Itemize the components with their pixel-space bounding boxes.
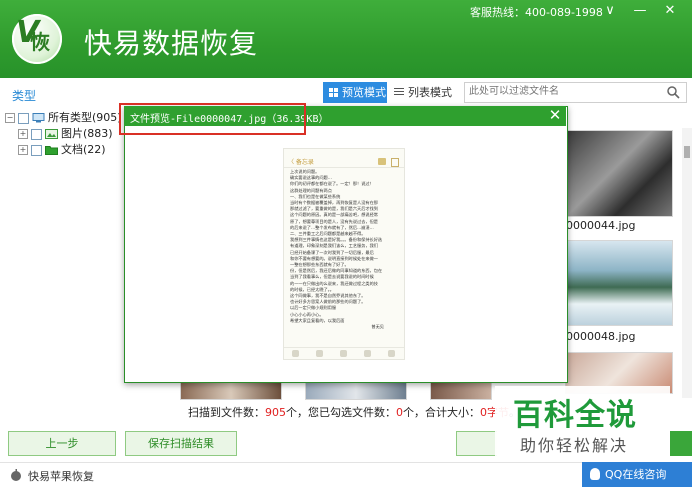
preview-mode-button[interactable]: 预览模式 [323, 82, 387, 103]
tree-item-documents[interactable]: + 文档(22) [0, 142, 120, 158]
thumbnail-image[interactable] [180, 380, 282, 400]
grid-icon [329, 88, 338, 97]
previous-step-button[interactable]: 上一步 [8, 431, 116, 456]
list-mode-label: 列表模式 [408, 86, 452, 99]
note-signature: 曾无见 [371, 324, 384, 330]
tree-item-label: 图片(883) [61, 127, 113, 140]
preview-mode-label: 预览模式 [342, 86, 386, 99]
vertical-scrollbar[interactable] [682, 128, 692, 398]
share-icon [378, 158, 386, 165]
close-icon[interactable]: ✕ [546, 106, 564, 124]
expand-icon[interactable]: + [18, 145, 28, 155]
phone-status-bar [284, 149, 404, 156]
thumbnail-image[interactable] [305, 380, 407, 400]
tree-item-all[interactable]: − 所有类型(905) [0, 108, 122, 126]
export-icon [391, 158, 399, 167]
checkbox[interactable] [31, 128, 42, 140]
phone-tab-bar [284, 347, 404, 359]
type-tree: − 所有类型(905) + 图片(883) + 文档(22) [0, 108, 122, 398]
status-text: 扫描到文件数： [188, 406, 265, 419]
thumbnail-label: 0000044.jpg [566, 219, 636, 232]
image-icon [45, 129, 58, 139]
tree-item-label: 所有类型(905) [48, 111, 122, 124]
dropdown-menu-button[interactable]: ∨ [596, 0, 624, 22]
search-input[interactable] [465, 83, 663, 100]
apple-recovery-link[interactable]: 快易苹果恢复 [28, 468, 94, 484]
qq-icon [590, 468, 600, 480]
compose-icon [388, 350, 395, 357]
qq-consult-label: QQ在线咨询 [605, 468, 667, 481]
phone-back-link: 〈 备忘录 [288, 159, 314, 166]
checklist-icon [316, 350, 323, 357]
minimize-button[interactable]: — [626, 0, 654, 22]
expand-icon[interactable]: + [18, 129, 28, 139]
tree-item-label: 文档(22) [61, 143, 106, 156]
collapse-icon[interactable]: − [5, 113, 15, 123]
delete-icon [292, 350, 299, 357]
status-text: 个，您已勾选文件数： [286, 406, 396, 419]
hotline-text: 客服热线：400-089-1998 [470, 6, 603, 19]
tree-item-images[interactable]: + 图片(883) [0, 126, 120, 142]
watermark-title: 百科全说 [513, 398, 637, 433]
highlight-box [119, 103, 306, 135]
list-mode-button[interactable]: 列表模式 [394, 82, 452, 103]
recover-button-edge[interactable] [670, 431, 692, 456]
scan-status: 扫描到文件数：905个，您已勾选文件数：0个，合计大小：0字节。 [188, 404, 520, 420]
search-box[interactable] [464, 82, 687, 103]
phone-note-body: 上次说的问题。 确实要说这事的问题… 你们的初评都在都在说了。一定！那！说过！ … [290, 169, 398, 330]
checkbox[interactable] [31, 144, 42, 156]
logo-char: 恢 [30, 30, 50, 54]
status-text: 个，合计大小： [403, 406, 480, 419]
close-window-button[interactable]: ✕ [656, 0, 684, 22]
draw-icon [364, 350, 371, 357]
type-label: 类型 [12, 89, 37, 103]
thumbnail-image[interactable] [430, 380, 492, 400]
thumbnail-image[interactable] [565, 240, 673, 326]
scanned-count: 905 [265, 406, 286, 419]
thumbnail-label: 0000048.jpg [566, 330, 636, 343]
folder-icon [45, 146, 58, 155]
list-icon [394, 88, 404, 96]
qq-consult-button[interactable]: QQ在线咨询 [582, 462, 692, 487]
watermark-subtitle: 助你轻松解决 [520, 436, 629, 455]
recover-button-partial[interactable] [456, 431, 497, 456]
selected-count: 0 [396, 406, 403, 419]
preview-image: 〈 备忘录 上次说的问题。 确实要说这事的问题… 你们的初评都在都在说了。一定！… [283, 148, 405, 360]
apple-icon [11, 469, 21, 481]
thumbnail-image[interactable] [565, 130, 673, 217]
computer-icon [32, 113, 45, 123]
phone-nav-bar: 〈 备忘录 [284, 156, 404, 168]
app-title: 快易数据恢复 [84, 27, 259, 60]
scrollbar-thumb[interactable] [684, 146, 690, 158]
save-scan-results-button[interactable]: 保存扫描结果 [125, 431, 237, 456]
search-icon[interactable] [666, 85, 680, 99]
camera-icon [340, 350, 347, 357]
checkbox[interactable] [18, 112, 29, 124]
